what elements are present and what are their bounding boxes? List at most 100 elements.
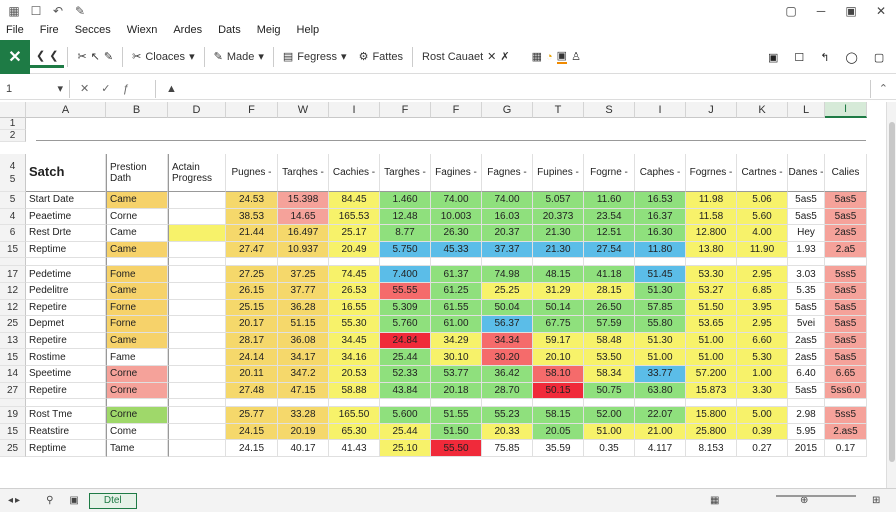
table-cell[interactable]: 24.14 <box>226 349 278 366</box>
row-number[interactable]: 14 <box>0 366 26 383</box>
table-cell[interactable]: 16.30 <box>635 225 686 242</box>
menu-item-wiexn[interactable]: Wiexn <box>127 24 158 36</box>
row-number[interactable] <box>0 399 26 408</box>
column-title[interactable]: Pugnes - <box>226 154 278 192</box>
table-cell[interactable]: 26.15 <box>226 283 278 300</box>
clipboard-tools[interactable]: ✂ ↖ ✎ <box>71 46 119 68</box>
menu-item-file[interactable]: File <box>6 24 24 36</box>
close-icon[interactable]: ✕ <box>866 0 896 22</box>
table-cell[interactable] <box>635 399 686 408</box>
table-cell[interactable]: 67.75 <box>533 316 584 333</box>
zoom-slider[interactable] <box>776 495 856 497</box>
expand-formula-icon[interactable]: ⌃ <box>879 82 888 95</box>
cloaces-dropdown[interactable]: ✂ Cloaces ▾ <box>126 46 201 68</box>
table-cell[interactable]: 61.37 <box>431 266 482 283</box>
table-cell[interactable]: 3.03 <box>788 266 825 283</box>
column-title[interactable]: Cachies - <box>329 154 380 192</box>
table-cell[interactable]: 13.80 <box>686 241 737 259</box>
table-cell[interactable]: 26.30 <box>431 225 482 242</box>
row-number[interactable]: 19 <box>0 407 26 424</box>
table-cell[interactable]: 24.53 <box>226 192 278 209</box>
table-cell[interactable]: 53.50 <box>584 349 635 366</box>
table-cell[interactable]: 51.45 <box>635 266 686 283</box>
row-number[interactable] <box>0 258 26 267</box>
table-cell[interactable]: 5as5 <box>825 208 867 226</box>
column-title[interactable]: Fagnes - <box>482 154 533 192</box>
table-cell[interactable]: Rostime <box>26 349 106 366</box>
row-number[interactable]: 27 <box>0 382 26 400</box>
table-cell[interactable]: 75.85 <box>482 440 533 457</box>
table-cell[interactable]: 50.15 <box>533 382 584 400</box>
table-cell[interactable]: 51.50 <box>431 423 482 441</box>
table-cell[interactable]: 59.17 <box>533 332 584 350</box>
table-cell[interactable]: 15.873 <box>686 382 737 400</box>
table-cell[interactable]: 25.44 <box>380 349 431 366</box>
table-cell[interactable]: Corne <box>106 407 168 424</box>
table-cell[interactable]: 16.497 <box>278 225 329 242</box>
table-cell[interactable]: Pedetime <box>26 266 106 283</box>
table-cell[interactable]: Repetire <box>26 332 106 350</box>
table-cell[interactable]: 6.65 <box>825 366 867 383</box>
table-cell[interactable]: 27.54 <box>584 241 635 259</box>
table-cell[interactable] <box>329 258 380 267</box>
table-cell[interactable]: 63.80 <box>635 382 686 400</box>
fegress-dropdown[interactable]: ▤ Fegress ▾ <box>277 46 353 68</box>
made-dropdown[interactable]: ✎ Made ▾ <box>208 46 270 68</box>
table-cell[interactable]: 5.00 <box>737 407 788 424</box>
collapse-icon[interactable]: ▢ <box>874 51 884 64</box>
table-cell[interactable]: 5.30 <box>737 349 788 366</box>
table-cell[interactable]: 2.95 <box>737 316 788 333</box>
column-header[interactable]: F <box>431 102 482 118</box>
table-cell[interactable]: Corne <box>106 382 168 400</box>
table-cell[interactable]: 3.30 <box>737 382 788 400</box>
table-cell[interactable]: 5ss5 <box>825 407 867 424</box>
table-cell[interactable]: 0.39 <box>737 423 788 441</box>
table-cell[interactable]: Came <box>106 241 168 259</box>
table-cell[interactable]: Came <box>106 332 168 350</box>
comments-icon[interactable]: ▣ <box>768 51 778 64</box>
table-cell[interactable] <box>482 399 533 408</box>
table-cell[interactable]: 37.77 <box>278 283 329 300</box>
row-number[interactable]: 17 <box>0 266 26 283</box>
table-cell[interactable]: 20.37 <box>482 225 533 242</box>
table-cell[interactable] <box>168 382 226 400</box>
menu-item-ardes[interactable]: Ardes <box>173 24 202 36</box>
row-number[interactable]: 12 <box>0 283 26 300</box>
table-cell[interactable]: 58.10 <box>533 366 584 383</box>
table-cell[interactable]: 5.600 <box>380 407 431 424</box>
column-header[interactable]: S <box>584 102 635 118</box>
table-cell[interactable] <box>533 399 584 408</box>
insert-tools[interactable]: ▦ ◔ ▣ ♙ <box>526 46 587 68</box>
table-cell[interactable]: 2015 <box>788 440 825 457</box>
table-cell[interactable]: 16.53 <box>635 192 686 209</box>
page-icon[interactable]: ▣ <box>69 495 78 506</box>
table-cell[interactable]: 20.49 <box>329 241 380 259</box>
row-number[interactable]: 6 <box>0 225 26 242</box>
table-cell[interactable]: 24.15 <box>226 423 278 441</box>
page-layout-icon[interactable]: ▦ <box>710 495 719 506</box>
table-cell[interactable]: 0.35 <box>584 440 635 457</box>
column-title[interactable]: Caphes - <box>635 154 686 192</box>
table-cell[interactable]: 7.400 <box>380 266 431 283</box>
row-number[interactable]: 15 <box>0 349 26 366</box>
table-cell[interactable]: 4.117 <box>635 440 686 457</box>
table-cell[interactable]: 47.15 <box>278 382 329 400</box>
table-cell[interactable]: 2as5 <box>788 349 825 366</box>
table-cell[interactable]: 35.59 <box>533 440 584 457</box>
table-cell[interactable]: 21.00 <box>635 423 686 441</box>
table-cell[interactable] <box>737 258 788 267</box>
table-cell[interactable]: 55.55 <box>380 283 431 300</box>
table-cell[interactable] <box>788 258 825 267</box>
table-cell[interactable] <box>686 399 737 408</box>
table-cell[interactable]: 34.45 <box>329 332 380 350</box>
vertical-scrollbar[interactable] <box>886 102 896 488</box>
table-cell[interactable]: 20.17 <box>226 316 278 333</box>
table-cell[interactable] <box>380 258 431 267</box>
table-cell[interactable]: 2as5 <box>825 225 867 242</box>
select-all-corner[interactable] <box>0 102 26 118</box>
table-cell[interactable]: 24.15 <box>226 440 278 457</box>
table-cell[interactable]: Reatstire <box>26 423 106 441</box>
table-cell[interactable] <box>686 258 737 267</box>
table-cell[interactable]: 6.40 <box>788 366 825 383</box>
table-cell[interactable] <box>226 258 278 267</box>
